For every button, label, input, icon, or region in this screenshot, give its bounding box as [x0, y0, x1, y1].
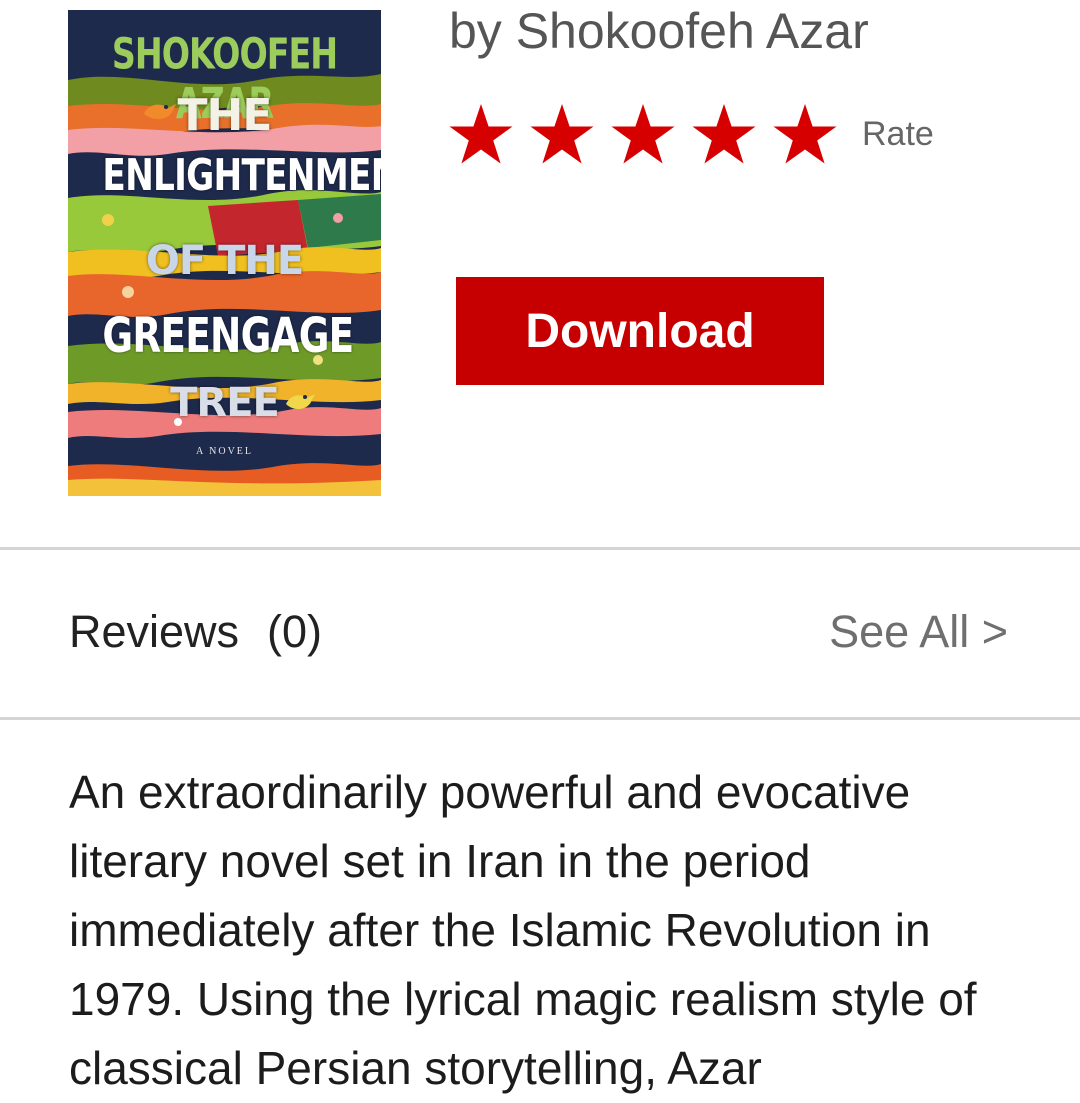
- star-icon[interactable]: [529, 102, 595, 166]
- cover-title-line: THE: [177, 90, 273, 141]
- bird-icon: [286, 394, 315, 410]
- reviews-heading[interactable]: Reviews (0): [69, 606, 322, 658]
- reviews-count: (0): [267, 606, 323, 657]
- download-button[interactable]: Download: [456, 277, 824, 385]
- bird-icon: [144, 104, 176, 120]
- book-description: An extraordinarily powerful and evocativ…: [69, 766, 977, 1094]
- reviews-label: Reviews: [69, 606, 240, 657]
- star-icon[interactable]: [691, 102, 757, 166]
- book-author[interactable]: by Shokoofeh Azar: [449, 2, 869, 60]
- cover-subtitle: A NOVEL: [195, 446, 254, 457]
- cover-title-line: TREE: [170, 380, 280, 426]
- star-icon[interactable]: [448, 102, 514, 166]
- cover-title-line: ENLIGHTENMENT: [102, 150, 381, 201]
- rate-label[interactable]: Rate: [862, 115, 934, 154]
- cover-title-line: OF THE: [145, 238, 304, 284]
- cover-title-line: GREENGAGE: [102, 308, 354, 364]
- divider: [0, 717, 1080, 720]
- divider: [0, 547, 1080, 550]
- star-icon[interactable]: [610, 102, 676, 166]
- book-cover[interactable]: SHOKOOFEH AZAR THE ENLIGHTENMENT OF THE …: [68, 10, 381, 496]
- star-icon[interactable]: [772, 102, 838, 166]
- see-all-reviews-link[interactable]: See All >: [829, 606, 1008, 658]
- star-rating[interactable]: [448, 102, 853, 166]
